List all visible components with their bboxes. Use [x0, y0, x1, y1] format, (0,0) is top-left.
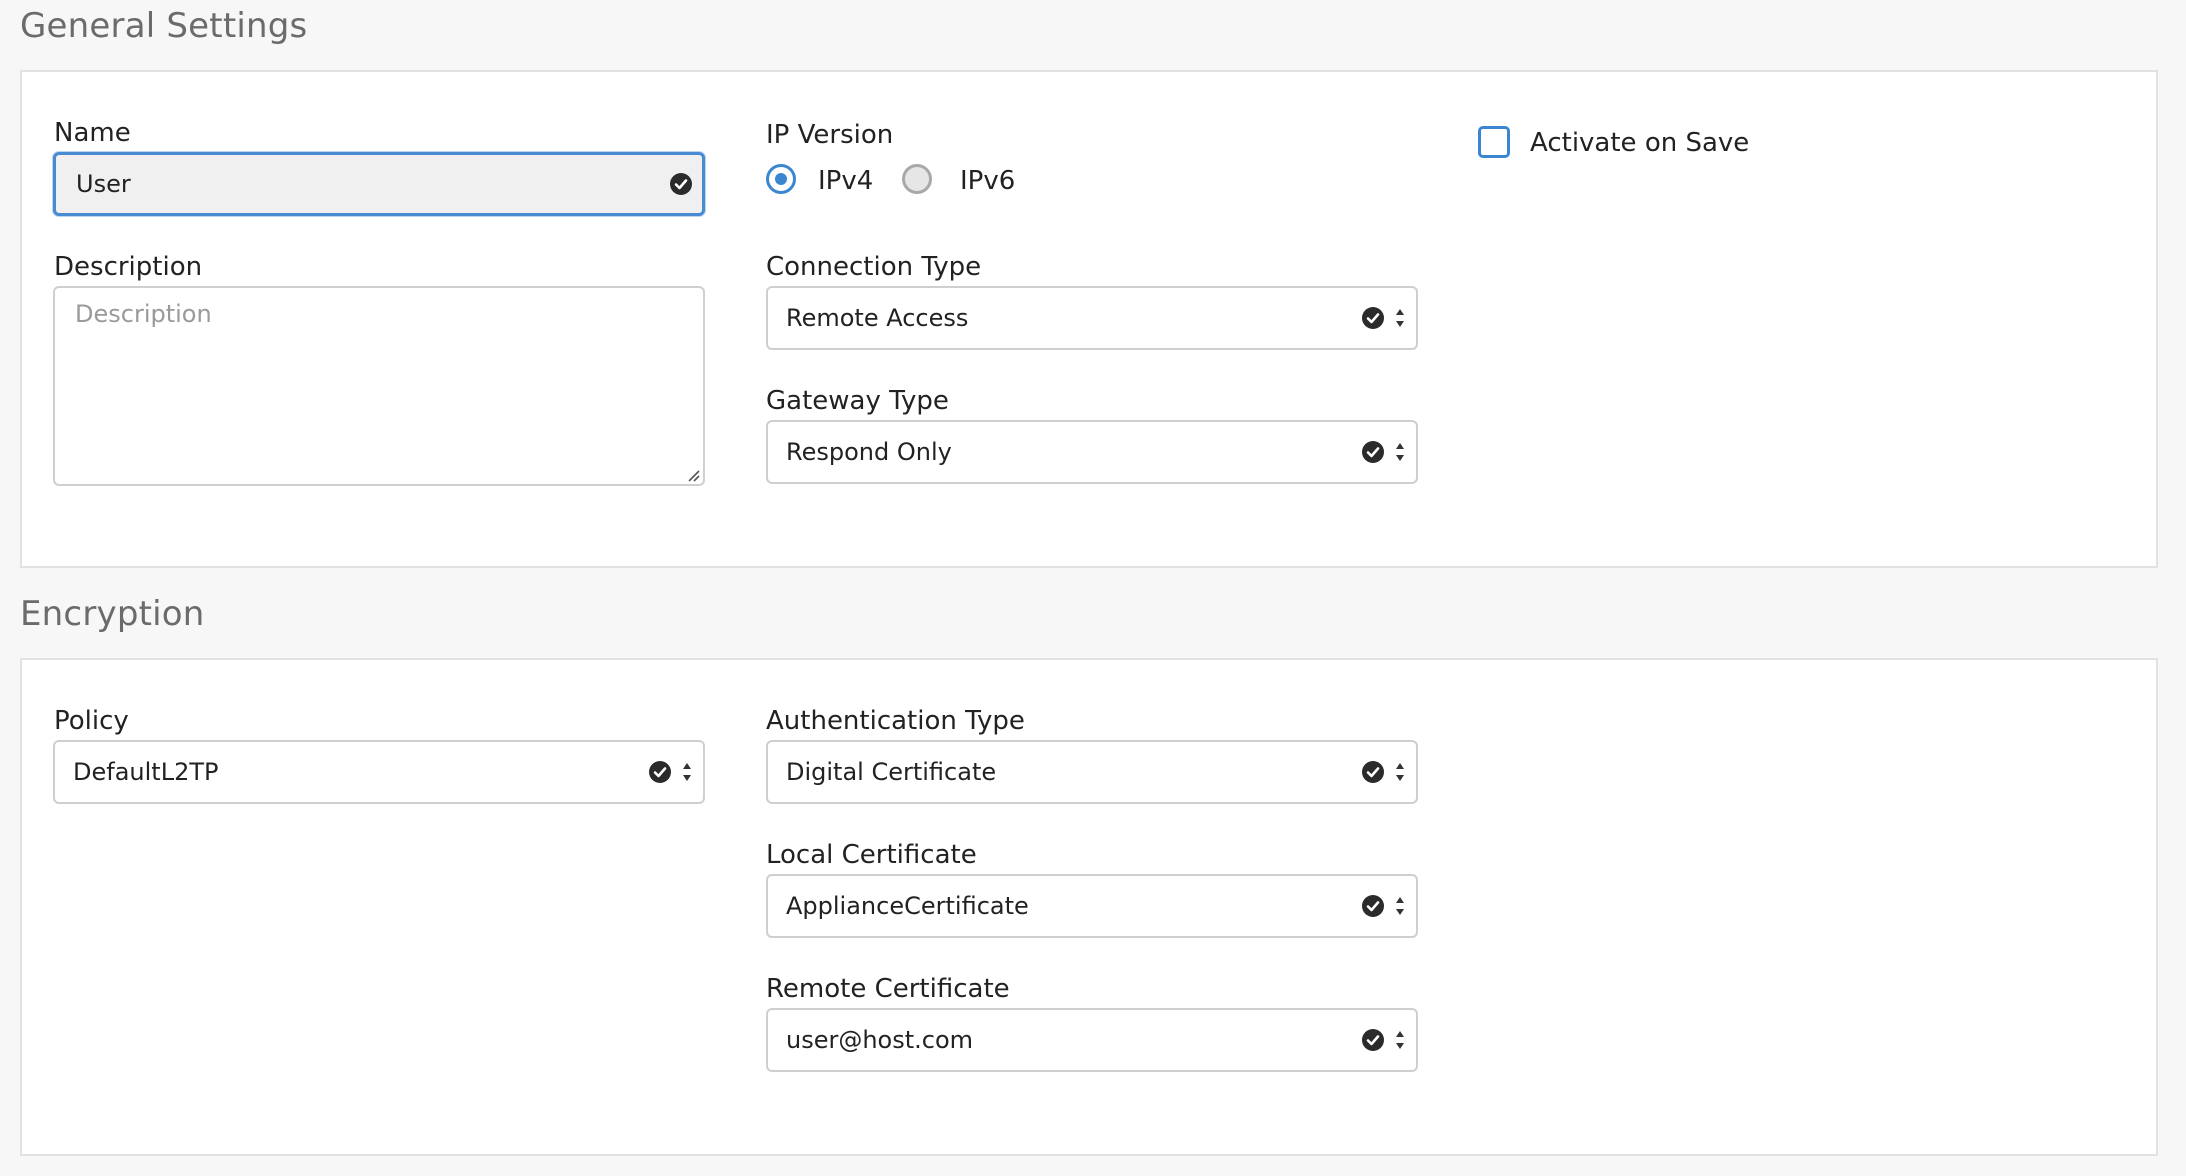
ipv4-label[interactable]: IPv4 — [818, 166, 873, 196]
check-circle-icon — [1362, 895, 1384, 917]
authentication-type-value: Digital Certificate — [786, 758, 997, 786]
check-circle-icon — [1362, 441, 1384, 463]
check-circle-icon — [649, 761, 671, 783]
policy-value: DefaultL2TP — [73, 758, 219, 786]
name-input[interactable]: User — [53, 152, 705, 216]
general-settings-title: General Settings — [20, 6, 308, 46]
check-circle-icon — [1362, 761, 1384, 783]
ipv6-label[interactable]: IPv6 — [960, 166, 1015, 196]
remote-certificate-value: user@host.com — [786, 1026, 974, 1054]
encryption-panel: Policy DefaultL2TP Authentication Type D… — [20, 658, 2158, 1156]
name-label: Name — [54, 118, 131, 148]
remote-certificate-label: Remote Certificate — [766, 974, 1010, 1004]
up-down-arrows-icon — [1396, 443, 1404, 461]
up-down-arrows-icon — [683, 763, 691, 781]
description-label: Description — [54, 252, 203, 282]
resize-grip-icon[interactable] — [686, 468, 700, 482]
ipv6-radio[interactable] — [902, 164, 932, 194]
up-down-arrows-icon — [1396, 1031, 1404, 1049]
connection-type-label: Connection Type — [766, 252, 982, 282]
check-circle-icon — [1362, 1029, 1384, 1051]
authentication-type-label: Authentication Type — [766, 706, 1025, 736]
policy-select[interactable]: DefaultL2TP — [53, 740, 705, 804]
check-circle-icon — [670, 173, 692, 195]
up-down-arrows-icon — [1396, 763, 1404, 781]
local-certificate-value: ApplianceCertificate — [786, 892, 1029, 920]
policy-label: Policy — [54, 706, 129, 736]
connection-type-value: Remote Access — [786, 304, 969, 332]
activate-on-save-checkbox[interactable] — [1478, 126, 1510, 158]
up-down-arrows-icon — [1396, 309, 1404, 327]
check-circle-icon — [1362, 307, 1384, 329]
name-value: User — [76, 170, 131, 198]
gateway-type-select[interactable]: Respond Only — [766, 420, 1418, 484]
authentication-type-select[interactable]: Digital Certificate — [766, 740, 1418, 804]
local-certificate-label: Local Certificate — [766, 840, 977, 870]
activate-on-save-label[interactable]: Activate on Save — [1530, 128, 1749, 158]
encryption-title: Encryption — [20, 594, 205, 634]
ip-version-label: IP Version — [766, 120, 894, 150]
local-certificate-select[interactable]: ApplianceCertificate — [766, 874, 1418, 938]
connection-type-select[interactable]: Remote Access — [766, 286, 1418, 350]
ipv4-radio[interactable] — [766, 164, 796, 194]
general-settings-panel: Name User Description IP Version IPv4 IP… — [20, 70, 2158, 568]
description-textarea[interactable] — [53, 286, 705, 486]
gateway-type-label: Gateway Type — [766, 386, 949, 416]
remote-certificate-select[interactable]: user@host.com — [766, 1008, 1418, 1072]
gateway-type-value: Respond Only — [786, 438, 952, 466]
up-down-arrows-icon — [1396, 897, 1404, 915]
